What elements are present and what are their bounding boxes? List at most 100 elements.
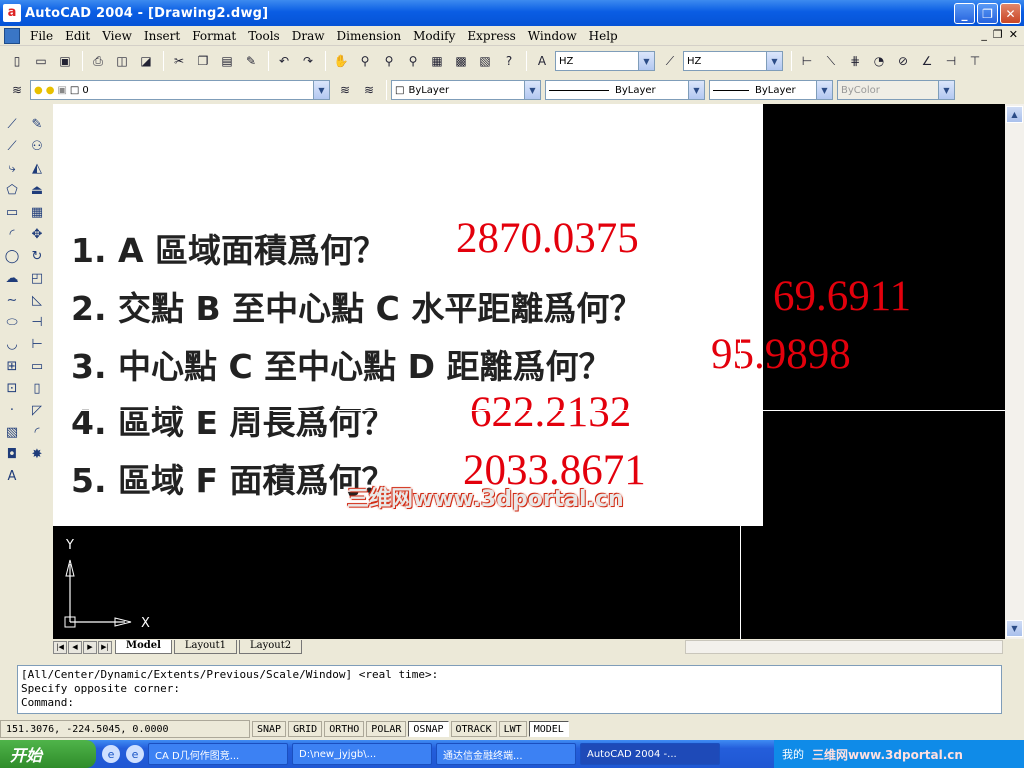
grid-toggle[interactable]: GRID (288, 721, 323, 737)
tab-layout2[interactable]: Layout2 (239, 640, 303, 654)
menu-modify[interactable]: Modify (407, 29, 461, 43)
menu-tools[interactable]: Tools (242, 29, 286, 43)
make-block-icon[interactable]: ⊡ (2, 378, 22, 398)
text-style-select[interactable]: HZ ▼ (555, 51, 655, 71)
lwt-toggle[interactable]: LWT (498, 721, 527, 737)
copy-object-icon[interactable]: ⚇ (27, 136, 47, 156)
chevron-down-icon[interactable]: ▼ (816, 81, 832, 99)
start-button[interactable]: 开始 (0, 740, 96, 768)
scale-icon[interactable]: ◰ (27, 268, 47, 288)
save-icon[interactable]: ▣ (54, 50, 76, 72)
stretch-icon[interactable]: ◺ (27, 290, 47, 310)
menu-view[interactable]: View (96, 29, 138, 43)
offset-icon[interactable]: ⏏ (27, 180, 47, 200)
match-properties-icon[interactable]: ✎ (240, 50, 262, 72)
menu-format[interactable]: Format (186, 29, 242, 43)
chamfer-icon[interactable]: ◸ (27, 400, 47, 420)
document-icon[interactable] (4, 27, 20, 44)
menu-file[interactable]: File (24, 29, 59, 43)
tool-palette-icon[interactable]: ▧ (474, 50, 496, 72)
menu-edit[interactable]: Edit (59, 29, 96, 43)
ie-icon[interactable]: e (102, 745, 120, 763)
menu-help[interactable]: Help (583, 29, 624, 43)
copy-icon[interactable]: ❐ (192, 50, 214, 72)
polyline-icon[interactable]: ⤷ (2, 158, 22, 178)
layer-select[interactable]: ● ● ▣ □ 0 ▼ (30, 80, 330, 100)
point-icon[interactable]: · (2, 400, 22, 420)
restore-button[interactable]: ❐ (977, 3, 998, 24)
sun-icon[interactable]: ● (46, 85, 55, 96)
break-icon[interactable]: ▭ (27, 356, 47, 376)
cut-icon[interactable]: ✂ (168, 50, 190, 72)
chevron-down-icon[interactable]: ▼ (766, 52, 782, 70)
design-center-icon[interactable]: ▩ (450, 50, 472, 72)
mdi-restore-button[interactable]: ❐ (993, 28, 1003, 41)
polar-toggle[interactable]: POLAR (366, 721, 407, 737)
horizontal-scrollbar[interactable] (685, 640, 1003, 654)
taskbar-item-autocad[interactable]: AutoCAD 2004 -... (580, 743, 720, 765)
insert-block-icon[interactable]: ⊞ (2, 356, 22, 376)
radius-dim-icon[interactable]: ◔ (868, 50, 890, 72)
baseline-dim-icon[interactable]: ⊤ (964, 50, 986, 72)
zoom-realtime-icon[interactable]: ⚲ (354, 50, 376, 72)
ellipse-icon[interactable]: ⬭ (2, 312, 22, 332)
first-tab-icon[interactable]: |◀ (53, 640, 67, 654)
region-icon[interactable]: ◘ (2, 444, 22, 464)
text-style-icon[interactable]: A (531, 50, 553, 72)
redo-icon[interactable]: ↷ (297, 50, 319, 72)
chevron-down-icon[interactable]: ▼ (524, 81, 540, 99)
tab-layout1[interactable]: Layout1 (173, 640, 237, 654)
make-current-layer-icon[interactable]: ≋ (334, 79, 356, 101)
pan-icon[interactable]: ✋ (330, 50, 352, 72)
print-icon[interactable]: ⎙ (87, 50, 109, 72)
layer-previous-icon[interactable]: ≋ (358, 79, 380, 101)
browser-icon[interactable]: e (126, 745, 144, 763)
aligned-dim-icon[interactable]: ⟍ (820, 50, 842, 72)
text-icon[interactable]: A (2, 466, 22, 486)
help-icon[interactable]: ? (498, 50, 520, 72)
tray-item[interactable]: 我的 (782, 746, 804, 762)
vertical-scrollbar[interactable]: ▲ ▼ (1005, 104, 1024, 639)
menu-draw[interactable]: Draw (286, 29, 331, 43)
arc-icon[interactable]: ◜ (2, 224, 22, 244)
ellipse-arc-icon[interactable]: ◡ (2, 334, 22, 354)
rectangle-icon[interactable]: ▭ (2, 202, 22, 222)
snap-toggle[interactable]: SNAP (252, 721, 287, 737)
close-button[interactable]: ✕ (1000, 3, 1021, 24)
circle-icon[interactable]: ◯ (2, 246, 22, 266)
scroll-down-icon[interactable]: ▼ (1006, 620, 1023, 637)
taskbar-item[interactable]: D:\new_jyjgb\... (292, 743, 432, 765)
taskbar-item[interactable]: CA D几何作图竞... (148, 743, 288, 765)
mirror-icon[interactable]: ◭ (27, 158, 47, 178)
coordinate-readout[interactable]: 151.3076, -224.5045, 0.0000 (0, 720, 250, 738)
quick-dim-icon[interactable]: ⊣ (940, 50, 962, 72)
model-toggle[interactable]: MODEL (528, 721, 569, 737)
layer-manager-icon[interactable]: ≋ (6, 79, 28, 101)
paste-icon[interactable]: ▤ (216, 50, 238, 72)
diameter-dim-icon[interactable]: ⊘ (892, 50, 914, 72)
undo-icon[interactable]: ↶ (273, 50, 295, 72)
construction-line-icon[interactable]: ⟋ (2, 136, 22, 156)
mdi-close-button[interactable]: ✕ (1009, 28, 1018, 41)
preview-icon[interactable]: ◫ (111, 50, 133, 72)
osnap-toggle[interactable]: OSNAP (408, 721, 449, 737)
taskbar-item[interactable]: 通达信金融终端... (436, 743, 576, 765)
properties-icon[interactable]: ▦ (426, 50, 448, 72)
zoom-window-icon[interactable]: ⚲ (378, 50, 400, 72)
open-icon[interactable]: ▭ (30, 50, 52, 72)
chevron-down-icon[interactable]: ▼ (638, 52, 654, 70)
command-window[interactable]: [All/Center/Dynamic/Extents/Previous/Sca… (17, 665, 1002, 714)
autocad-app-icon[interactable]: a (3, 4, 21, 22)
chevron-down-icon[interactable]: ▼ (313, 81, 329, 99)
menu-window[interactable]: Window (522, 29, 583, 43)
mdi-minimize-button[interactable]: _ (981, 28, 987, 41)
angular-dim-icon[interactable]: ∠ (916, 50, 938, 72)
zoom-previous-icon[interactable]: ⚲ (402, 50, 424, 72)
menu-dimension[interactable]: Dimension (331, 29, 408, 43)
erase-icon[interactable]: ✎ (27, 114, 47, 134)
command-prompt[interactable]: Command: (21, 696, 998, 710)
publish-icon[interactable]: ◪ (135, 50, 157, 72)
last-tab-icon[interactable]: ▶| (98, 640, 112, 654)
menu-insert[interactable]: Insert (138, 29, 186, 43)
minimize-button[interactable]: _ (954, 3, 975, 24)
